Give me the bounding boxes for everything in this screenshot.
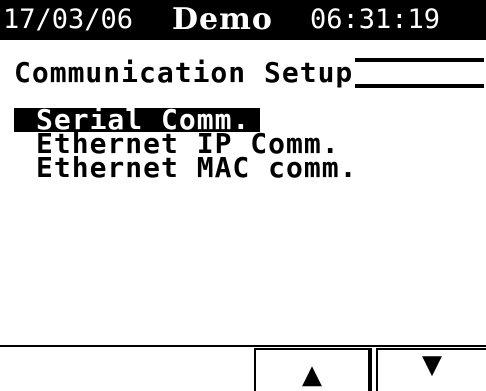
scroll-down-button[interactable]: ▼ xyxy=(376,348,486,391)
menu-item-label: Ethernet MAC comm. xyxy=(36,151,358,184)
scroll-up-button[interactable]: ▲ xyxy=(254,348,370,391)
menu-item-ethernet-mac-comm[interactable]: Ethernet MAC comm. xyxy=(14,154,484,182)
status-bar: 17/03/06 Demo 06:31:19 xyxy=(0,0,486,40)
page-title: Communication Setup xyxy=(14,56,356,89)
status-time: 06:31:19 xyxy=(310,4,441,35)
status-date: 17/03/06 xyxy=(3,4,134,35)
down-arrow-icon: ▼ xyxy=(422,350,442,380)
status-title: Demo xyxy=(172,2,273,37)
page-title-bar: Communication Setup xyxy=(14,58,484,88)
menu-list: Serial Comm. Ethernet IP Comm. Ethernet … xyxy=(14,106,484,182)
up-arrow-icon: ▲ xyxy=(302,360,322,390)
lcd-screen: 17/03/06 Demo 06:31:19 Communication Set… xyxy=(0,0,486,391)
